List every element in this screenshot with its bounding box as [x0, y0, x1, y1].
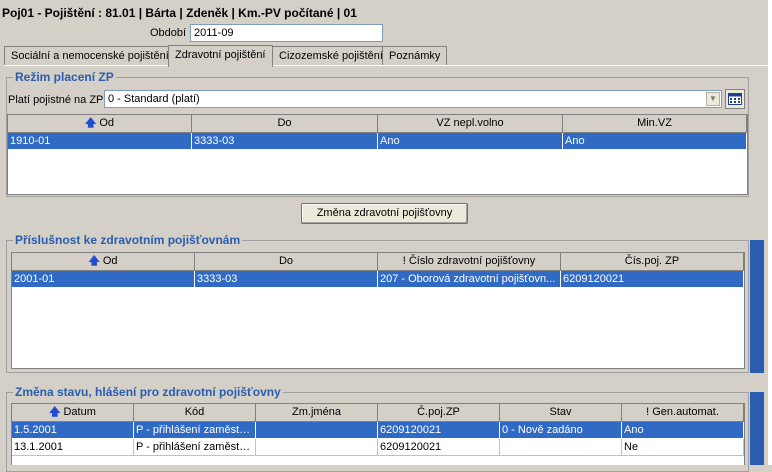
grid-zmena-header: 🡅 Datum Kód Zm.jména Č.poj.ZP Stav ! Gen.…	[12, 404, 744, 422]
table-row[interactable]: 2001-01 3333-03 207 - Oborová zdravotní …	[12, 271, 744, 288]
sort-up-icon: 🡅	[88, 255, 100, 267]
grid-rezim: 🡅 Od Do VZ nepl.volno Min.VZ 1910-01 3333…	[7, 114, 748, 195]
col-od[interactable]: 🡅 Od	[12, 253, 195, 270]
period-label: Období	[150, 27, 187, 39]
col-datum[interactable]: 🡅 Datum	[12, 404, 134, 421]
table-row[interactable]: 13.1.2001 P - přihlášení zaměstn... 6209…	[12, 439, 744, 456]
calendar-icon	[728, 93, 742, 105]
col-minvz[interactable]: Min.VZ	[563, 115, 747, 132]
col-gen-automat[interactable]: ! Gen.automat.	[622, 404, 744, 421]
col-cpoj[interactable]: Č.poj.ZP	[378, 404, 500, 421]
table-row[interactable]: 1.5.2001 P - přihlášení zaměstn... 62091…	[12, 422, 744, 439]
period-input[interactable]: 2011-09	[190, 24, 383, 42]
tab-health[interactable]: Zdravotní pojištění	[168, 45, 273, 67]
scrollbar-rezim[interactable]	[749, 77, 764, 197]
sort-up-icon: 🡅	[85, 117, 97, 129]
tab-social[interactable]: Sociální a nemocenské pojištění	[4, 46, 176, 66]
payment-mode-select[interactable]: 0 - Standard (platí) ▼	[104, 90, 722, 108]
col-stav[interactable]: Stav	[500, 404, 622, 421]
grid-prislusnost: 🡅 Od Do ! Číslo zdravotní pojišťovny Čís.…	[11, 252, 745, 369]
grid-zmena: 🡅 Datum Kód Zm.jména Č.poj.ZP Stav ! Gen.…	[11, 403, 745, 465]
col-zm-jmena[interactable]: Zm.jména	[256, 404, 378, 421]
col-do[interactable]: Do	[195, 253, 378, 270]
col-insurer[interactable]: ! Číslo zdravotní pojišťovny	[378, 253, 561, 270]
col-kod[interactable]: Kód	[134, 404, 256, 421]
combo-label: Platí pojistné na ZP:	[8, 94, 107, 106]
tab-notes[interactable]: Poznámky	[382, 46, 448, 66]
window-title: Poj01 - Pojištění : 81.01 | Bárta | Zden…	[2, 6, 357, 20]
group-zmena-title: Změna stavu, hlášení pro zdravotní pojiš…	[13, 385, 283, 399]
col-do[interactable]: Do	[192, 115, 378, 132]
sort-up-icon: 🡅	[49, 406, 61, 418]
right-edge	[768, 0, 772, 465]
group-prislusnost-title: Příslušnost ke zdravotním pojišťovnám	[13, 233, 243, 247]
scrollbar-zmena[interactable]	[750, 392, 764, 465]
tab-baseline	[4, 65, 768, 66]
table-row[interactable]: 1910-01 3333-03 Ano Ano	[8, 133, 747, 150]
col-vz[interactable]: VZ nepl.volno	[378, 115, 563, 132]
col-od[interactable]: 🡅 Od	[8, 115, 192, 132]
scrollbar-prislusnost[interactable]	[750, 240, 764, 373]
payment-mode-value: 0 - Standard (platí)	[108, 93, 200, 105]
change-insurer-button[interactable]: Změna zdravotní pojišťovny	[301, 203, 468, 224]
grid-prislusnost-header: 🡅 Od Do ! Číslo zdravotní pojišťovny Čís.…	[12, 253, 744, 271]
grid-rezim-header: 🡅 Od Do VZ nepl.volno Min.VZ	[8, 115, 747, 133]
tab-foreign[interactable]: Cizozemské pojištění	[272, 46, 390, 66]
chevron-down-icon[interactable]: ▼	[706, 92, 720, 106]
col-insurance-no[interactable]: Čís.poj. ZP	[561, 253, 744, 270]
group-rezim-title: Režim placení ZP	[13, 70, 116, 84]
calendar-button[interactable]	[725, 89, 745, 109]
